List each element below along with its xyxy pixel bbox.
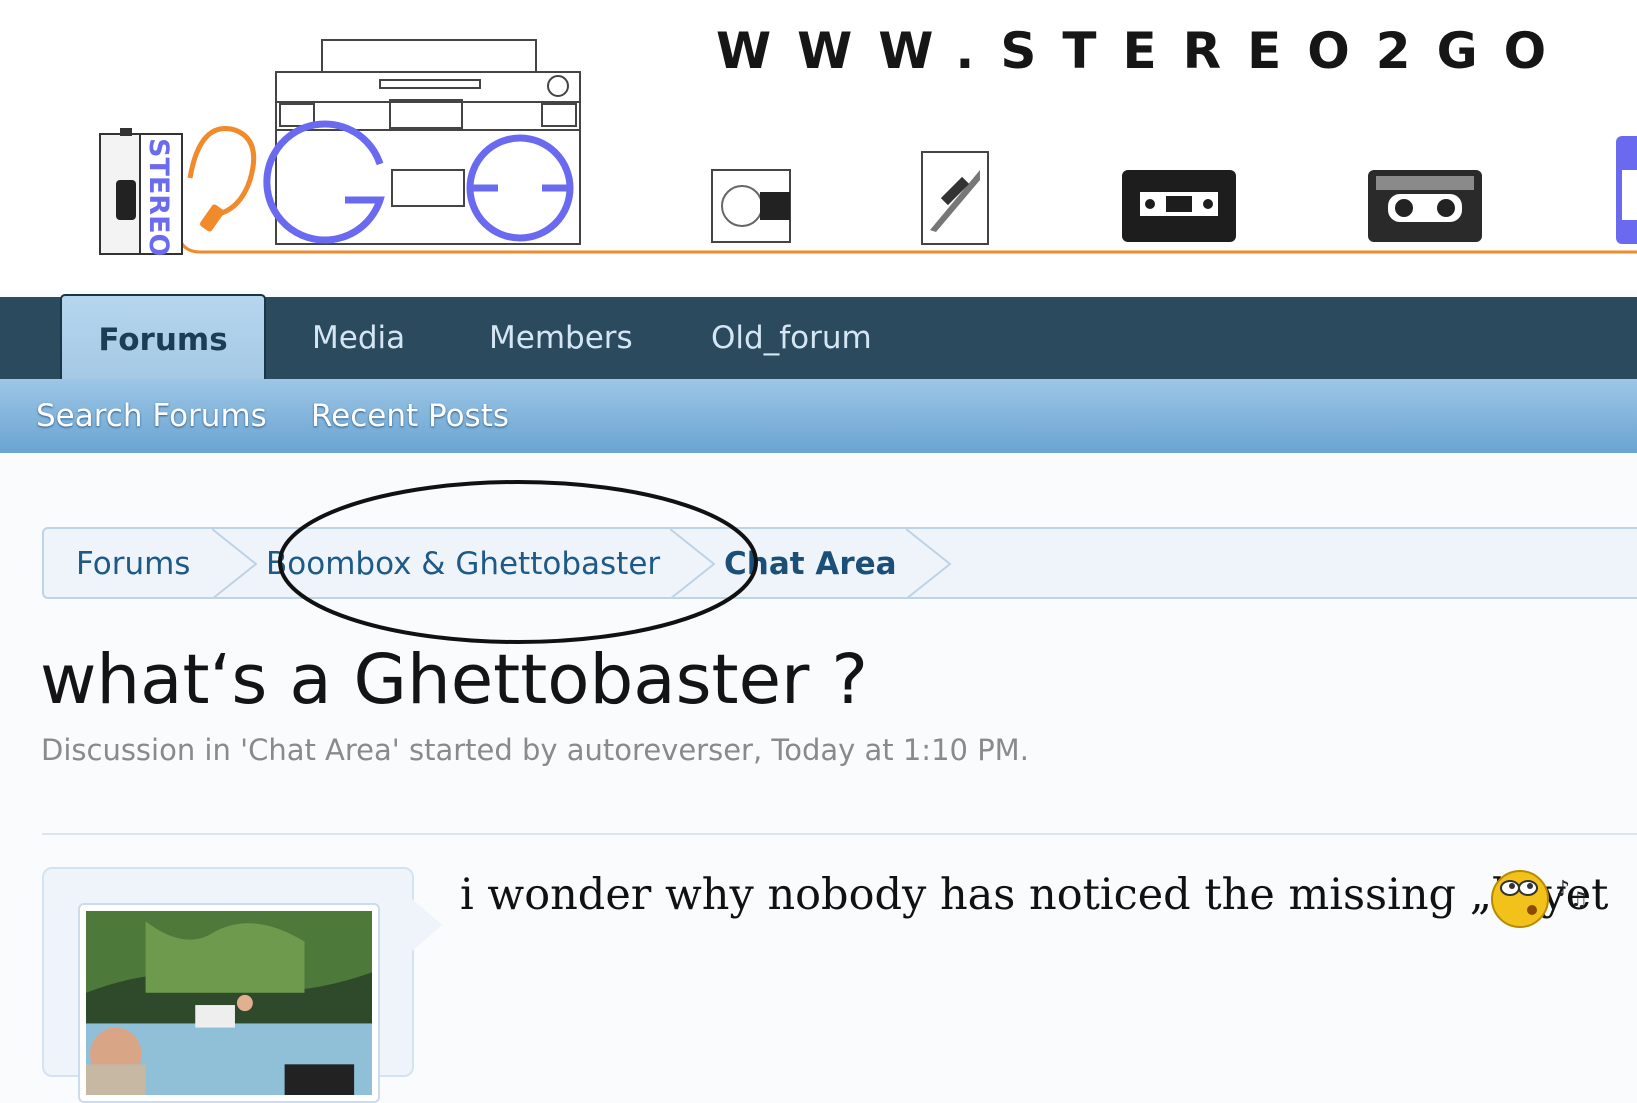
avatar[interactable] <box>78 903 380 1103</box>
breadcrumb-boombox-ghettobaster[interactable]: Boombox & Ghettobaster <box>266 529 660 599</box>
message-text: i wonder why nobody has noticed the miss… <box>460 870 1609 920</box>
breadcrumb-separator-icon <box>212 529 258 599</box>
headphone-cable-curve <box>187 126 257 218</box>
search-forums-link[interactable]: Search Forums <box>36 379 267 453</box>
recent-posts-link[interactable]: Recent Posts <box>311 379 509 453</box>
user-panel-arrow <box>412 899 442 951</box>
tab-old-forum[interactable]: Old_forum <box>711 297 872 379</box>
dat-tape-icon <box>921 151 989 245</box>
breadcrumb-forums[interactable]: Forums <box>76 529 190 599</box>
svg-text:♫: ♫ <box>1570 887 1588 911</box>
site-url-text: WWW.STEREO2GO <box>716 22 1573 80</box>
message-user-panel <box>42 867 442 1103</box>
avatar-image <box>86 911 372 1103</box>
walkman-icon: STEREO <box>99 128 183 257</box>
breadcrumb-chat-area[interactable]: Chat Area <box>724 529 897 599</box>
tab-media[interactable]: Media <box>312 297 405 379</box>
section-divider <box>42 833 1637 835</box>
sub-nav: Search Forums Recent Posts <box>0 379 1637 453</box>
tab-members[interactable]: Members <box>489 297 633 379</box>
headphone-plug <box>199 204 225 232</box>
breadcrumb: Forums Boombox & Ghettobaster Chat Area <box>42 527 1637 599</box>
logo-stereo-text: STEREO <box>143 138 174 257</box>
thread-meta: Discussion in 'Chat Area' started by aut… <box>41 733 1029 767</box>
minidisc-icon <box>711 169 791 243</box>
breadcrumb-separator-icon <box>670 529 716 599</box>
cassette-icon-grey <box>1368 170 1482 242</box>
portable-player-icon <box>1616 136 1637 244</box>
svg-text:♪: ♪ <box>1556 877 1570 902</box>
breadcrumb-separator-icon <box>906 529 952 599</box>
cassette-icon-black <box>1122 170 1236 242</box>
whistling-smiley-icon: ♪ ♫ <box>1491 870 1588 928</box>
site-header: STEREO WWW.STEREO2GO <box>0 0 1637 290</box>
main-nav: Forums Media Members Old_forum <box>0 294 1637 384</box>
thread-title: what‘s a Ghettobaster ? <box>40 640 868 720</box>
tab-forums[interactable]: Forums <box>60 294 266 384</box>
